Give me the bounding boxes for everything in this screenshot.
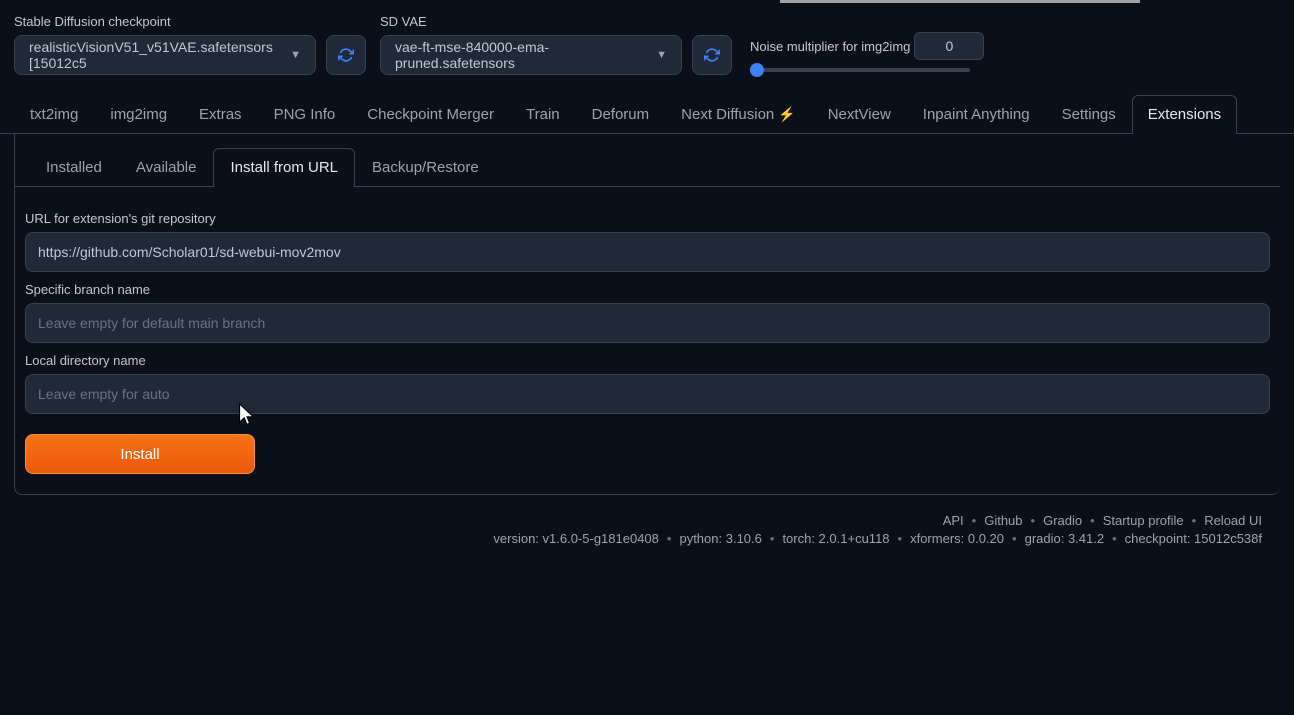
footer-torch: torch: 2.0.1+cu118 <box>782 531 889 546</box>
vae-value: vae-ft-mse-840000-ema-pruned.safetensors <box>395 39 648 71</box>
footer-gradio: gradio: 3.41.2 <box>1025 531 1105 546</box>
vae-refresh-button[interactable] <box>692 35 732 75</box>
main-tabs: txt2imgimg2imgExtrasPNG InfoCheckpoint M… <box>0 95 1294 134</box>
footer-versions: version: v1.6.0-5-g181e0408•python: 3.10… <box>0 531 1264 546</box>
tab-inpaint-anything[interactable]: Inpaint Anything <box>907 95 1046 133</box>
checkpoint-refresh-button[interactable] <box>326 35 366 75</box>
footer-link-startup-profile[interactable]: Startup profile <box>1103 513 1184 528</box>
subtab-available[interactable]: Available <box>119 148 214 186</box>
dir-label: Local directory name <box>25 353 1270 368</box>
chevron-down-icon: ▼ <box>290 49 301 61</box>
header-controls: Stable Diffusion checkpoint realisticVis… <box>0 0 1294 89</box>
vae-select[interactable]: vae-ft-mse-840000-ema-pruned.safetensors… <box>380 35 682 75</box>
noise-label: Noise multiplier for img2img <box>750 39 910 54</box>
footer-link-reload-ui[interactable]: Reload UI <box>1204 513 1262 528</box>
tab-train[interactable]: Train <box>510 95 576 133</box>
refresh-icon <box>704 47 720 63</box>
footer-python: python: 3.10.6 <box>679 531 761 546</box>
checkpoint-value: realisticVisionV51_v51VAE.safetensors [1… <box>29 39 282 71</box>
tab-png-info[interactable]: PNG Info <box>258 95 352 133</box>
subtab-install-from-url[interactable]: Install from URL <box>213 148 355 186</box>
tab-extras[interactable]: Extras <box>183 95 258 133</box>
noise-slider[interactable] <box>750 68 970 72</box>
progress-bar <box>780 0 1140 3</box>
footer-link-github[interactable]: Github <box>984 513 1022 528</box>
footer-link-gradio[interactable]: Gradio <box>1043 513 1082 528</box>
footer-links: API•Github•Gradio•Startup profile•Reload… <box>0 513 1264 528</box>
subtab-installed[interactable]: Installed <box>29 148 119 186</box>
tab-next-diffusion[interactable]: Next Diffusion⚡ <box>665 95 812 133</box>
tab-img2img[interactable]: img2img <box>94 95 183 133</box>
tab-nextview[interactable]: NextView <box>812 95 907 133</box>
chevron-down-icon: ▼ <box>656 49 667 61</box>
install-from-url-form: URL for extension's git repository Speci… <box>15 197 1280 474</box>
branch-label: Specific branch name <box>25 282 1270 297</box>
subtab-backup-restore[interactable]: Backup/Restore <box>355 148 496 186</box>
sub-tabs: InstalledAvailableInstall from URLBackup… <box>15 148 1280 187</box>
url-input[interactable] <box>25 232 1270 272</box>
dir-input[interactable] <box>25 374 1270 414</box>
tab-settings[interactable]: Settings <box>1046 95 1132 133</box>
tab-txt2img[interactable]: txt2img <box>14 95 94 133</box>
footer: API•Github•Gradio•Startup profile•Reload… <box>0 495 1294 546</box>
footer-checkpoint: checkpoint: 15012c538f <box>1125 531 1262 546</box>
url-label: URL for extension's git repository <box>25 211 1270 226</box>
tab-deforum[interactable]: Deforum <box>576 95 666 133</box>
vae-label: SD VAE <box>380 14 732 29</box>
checkpoint-label: Stable Diffusion checkpoint <box>14 14 366 29</box>
tab-extensions[interactable]: Extensions <box>1132 95 1237 133</box>
extensions-panel: InstalledAvailableInstall from URLBackup… <box>14 134 1280 495</box>
checkpoint-select[interactable]: realisticVisionV51_v51VAE.safetensors [1… <box>14 35 316 75</box>
tab-checkpoint-merger[interactable]: Checkpoint Merger <box>351 95 510 133</box>
branch-input[interactable] <box>25 303 1270 343</box>
refresh-icon <box>338 47 354 63</box>
install-button[interactable]: Install <box>25 434 255 474</box>
footer-version: version: v1.6.0-5-g181e0408 <box>493 531 659 546</box>
footer-link-api[interactable]: API <box>943 513 964 528</box>
noise-value-input[interactable] <box>914 32 984 60</box>
bolt-icon: ⚡ <box>778 106 795 123</box>
footer-xformers: xformers: 0.0.20 <box>910 531 1004 546</box>
